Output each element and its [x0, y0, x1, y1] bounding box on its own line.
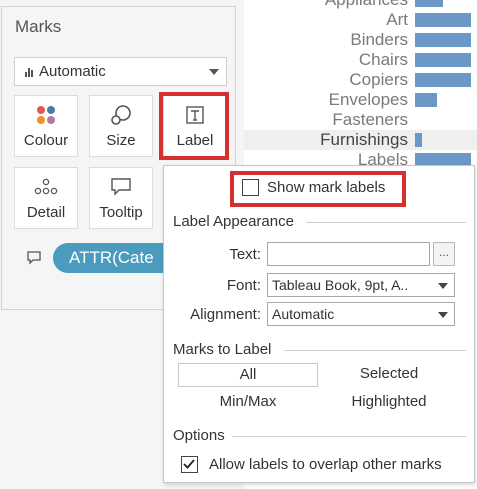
chart-row[interactable]: Chairs: [244, 50, 477, 70]
chart-row[interactable]: Fasteners: [244, 110, 477, 130]
chart-row[interactable]: Copiers: [244, 70, 477, 90]
chart-row[interactable]: Appliances: [244, 0, 477, 10]
chevron-down-icon: [438, 312, 448, 318]
option-minmax[interactable]: Min/Max: [178, 393, 318, 410]
chart-row[interactable]: Furnishings: [244, 130, 477, 150]
font-value: Tableau Book, 9pt, A..: [272, 277, 409, 293]
category-label: Envelopes: [328, 90, 408, 109]
size-icon: [90, 100, 152, 130]
colour-icon: [15, 100, 77, 130]
category-label: Art: [386, 10, 408, 29]
chart-row[interactable]: Art: [244, 10, 477, 30]
show-mark-labels-highlight: [230, 171, 406, 207]
mark-type-value: Automatic: [39, 63, 106, 80]
divider: [284, 350, 466, 351]
tooltip-small-icon: [27, 251, 41, 265]
category-bar[interactable]: [415, 93, 437, 107]
marks-title: Marks: [15, 17, 62, 36]
detail-label: Detail: [26, 204, 66, 221]
category-bar[interactable]: [415, 133, 422, 147]
category-bar[interactable]: [415, 0, 443, 7]
tooltip-icon: [90, 172, 152, 202]
font-field-label: Font:: [226, 277, 261, 294]
allow-overlap-label: Allow labels to overlap other marks: [209, 456, 442, 473]
alignment-field-label: Alignment:: [190, 306, 261, 323]
detail-icon: [15, 172, 77, 202]
marks-to-label-title: Marks to Label: [173, 341, 272, 358]
category-label: Furnishings: [320, 130, 408, 149]
checkmark-icon: [183, 459, 195, 469]
option-all[interactable]: All: [178, 363, 318, 387]
detail-button[interactable]: Detail: [14, 167, 78, 229]
options-title: Options: [173, 427, 225, 444]
chart-row[interactable]: Envelopes: [244, 90, 477, 110]
bar-chart-icon: [25, 67, 33, 77]
category-bar[interactable]: [415, 73, 471, 87]
text-field-label: Text:: [229, 246, 261, 263]
option-highlighted[interactable]: Highlighted: [319, 393, 459, 410]
size-button[interactable]: Size: [89, 95, 153, 157]
tooltip-label: Tooltip: [99, 204, 143, 221]
option-selected[interactable]: Selected: [319, 365, 459, 382]
label-appearance-title: Label Appearance: [173, 213, 294, 230]
colour-button[interactable]: Colour: [14, 95, 78, 157]
font-dropdown[interactable]: Tableau Book, 9pt, A..: [267, 273, 455, 297]
colour-label: Colour: [23, 132, 69, 149]
mark-type-dropdown[interactable]: Automatic: [14, 57, 227, 86]
text-edit-button[interactable]: ...: [433, 242, 455, 266]
tooltip-button[interactable]: Tooltip: [89, 167, 153, 229]
divider: [232, 436, 466, 437]
category-label: Fasteners: [332, 110, 408, 129]
chevron-down-icon: [209, 69, 219, 75]
category-label: Copiers: [349, 70, 408, 89]
category-bar[interactable]: [415, 33, 471, 47]
chart-row[interactable]: Binders: [244, 30, 477, 50]
allow-overlap-checkbox[interactable]: [181, 456, 198, 473]
alignment-value: Automatic: [272, 306, 335, 322]
text-input[interactable]: [267, 242, 430, 266]
divider: [306, 222, 466, 223]
category-bar[interactable]: [415, 53, 471, 67]
label-button-highlight: [159, 92, 229, 160]
category-bar[interactable]: [415, 13, 471, 27]
label-popup: Show mark labels Label Appearance Text: …: [163, 165, 475, 483]
size-label: Size: [106, 132, 136, 149]
category-label: Chairs: [358, 50, 408, 69]
alignment-dropdown[interactable]: Automatic: [267, 302, 455, 326]
category-label: Appliances: [325, 0, 408, 10]
category-label: Binders: [350, 30, 408, 49]
chevron-down-icon: [438, 283, 448, 289]
